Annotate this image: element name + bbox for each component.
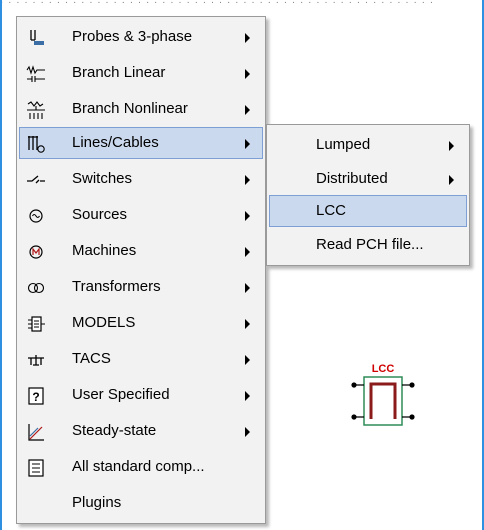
menu-item-label: TACS: [72, 350, 111, 367]
lcc-component-label: LCC: [372, 364, 395, 375]
menu-item-label: Transformers: [72, 278, 161, 295]
menu-item-label: Lumped: [316, 136, 371, 153]
menu-item-label: Read PCH file...: [316, 236, 424, 253]
submenu-arrow-icon: [449, 175, 454, 185]
submenu-arrow-icon: [245, 69, 250, 79]
menu-item-label: Steady-state: [72, 422, 157, 439]
menu-item-switches[interactable]: Switches: [19, 163, 263, 195]
lines-cables-submenu: Lumped Distributed LCC Read PCH file...: [266, 124, 470, 266]
branch-linear-icon: [26, 65, 45, 82]
menu-item-branch-linear[interactable]: Branch Linear: [19, 57, 263, 89]
menu-item-label: Distributed: [316, 170, 388, 187]
menu-item-plugins[interactable]: Plugins: [19, 487, 263, 519]
submenu-arrow-icon: [245, 355, 250, 365]
menu-item-transformers[interactable]: Transformers: [19, 271, 263, 303]
submenu-arrow-icon: [449, 141, 454, 151]
lines-cables-icon: [28, 136, 45, 153]
component-context-menu: Probes & 3-phase Branch Linear Branch No…: [16, 16, 266, 524]
menu-item-label: LCC: [316, 202, 347, 219]
submenu-item-lumped[interactable]: Lumped: [269, 129, 467, 161]
lcc-component[interactable]: LCC: [346, 364, 420, 434]
submenu-arrow-icon: [245, 33, 250, 43]
submenu-arrow-icon: [245, 427, 250, 437]
menu-item-user-specified[interactable]: ? User Specified: [19, 379, 263, 411]
tacs-icon: [28, 355, 44, 366]
switch-icon: [27, 175, 45, 184]
menu-item-label: Branch Nonlinear: [72, 100, 188, 117]
steady-state-icon: [28, 424, 44, 441]
svg-text:?: ?: [32, 390, 39, 404]
models-icon: [28, 316, 45, 332]
menu-item-sources[interactable]: Sources: [19, 199, 263, 231]
submenu-arrow-icon: [245, 105, 250, 115]
submenu-arrow-icon: [245, 211, 250, 221]
all-standard-icon: [28, 459, 44, 477]
menu-item-label: Sources: [72, 206, 128, 223]
menu-item-label: All standard comp...: [72, 458, 205, 475]
menu-item-label: Switches: [72, 170, 133, 187]
lcc-node-icon[interactable]: [409, 382, 415, 388]
lcc-node-icon[interactable]: [351, 382, 357, 388]
menu-item-label: MODELS: [72, 314, 136, 331]
source-icon: [29, 209, 43, 223]
menu-item-machines[interactable]: Machines: [19, 235, 263, 267]
submenu-arrow-icon: [245, 283, 250, 293]
probe-icon: [30, 30, 44, 45]
user-specified-icon: ?: [28, 387, 44, 405]
menu-item-lines-cables[interactable]: Lines/Cables: [19, 127, 263, 159]
menu-item-label: User Specified: [72, 386, 170, 403]
menu-item-label: Probes & 3-phase: [72, 28, 193, 45]
submenu-arrow-icon: [245, 391, 250, 401]
submenu-item-read-pch[interactable]: Read PCH file...: [269, 229, 467, 261]
lcc-node-icon[interactable]: [351, 414, 357, 420]
submenu-arrow-icon: [245, 319, 250, 329]
menu-item-label: Plugins: [72, 494, 122, 511]
menu-item-label: Branch Linear: [72, 64, 166, 81]
menu-item-label: Machines: [72, 242, 137, 259]
submenu-arrow-icon: [245, 247, 250, 257]
submenu-item-lcc[interactable]: LCC: [269, 195, 467, 227]
machine-icon: [29, 245, 43, 259]
menu-item-probes[interactable]: Probes & 3-phase: [19, 21, 263, 53]
submenu-arrow-icon: [245, 139, 250, 149]
branch-nonlinear-icon: [27, 101, 45, 119]
submenu-arrow-icon: [245, 175, 250, 185]
menu-item-models[interactable]: MODELS: [19, 307, 263, 339]
lcc-node-icon[interactable]: [409, 414, 415, 420]
menu-item-all-standard[interactable]: All standard comp...: [19, 451, 263, 483]
menu-item-steady-state[interactable]: Steady-state: [19, 415, 263, 447]
submenu-item-distributed[interactable]: Distributed: [269, 163, 467, 195]
menu-item-branch-nonlinear[interactable]: Branch Nonlinear: [19, 93, 263, 125]
menu-item-label: Lines/Cables: [72, 134, 159, 151]
menu-item-tacs[interactable]: TACS: [19, 343, 263, 375]
transformer-icon: [27, 282, 45, 294]
